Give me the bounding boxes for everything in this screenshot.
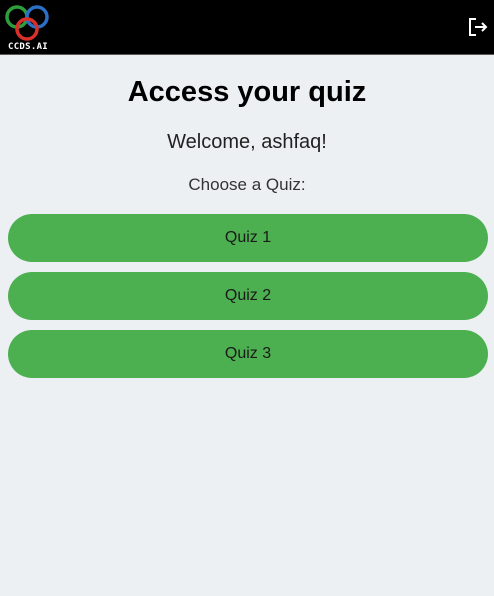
quiz-list: Quiz 1 Quiz 2 Quiz 3 [8,214,488,388]
choose-quiz-label: Choose a Quiz: [188,175,306,194]
ccds-logo[interactable]: CCDS.AI [3,1,51,53]
page-title: Access your quiz [127,76,367,108]
logout-icon [469,18,488,36]
quiz-1-button[interactable]: Quiz 1 [8,214,488,262]
welcome-message: Welcome, ashfaq! [167,131,327,153]
top-bar: CCDS.AI [0,0,494,55]
logout-button[interactable] [468,17,488,37]
quiz-2-button[interactable]: Quiz 2 [8,272,488,320]
logo-knot-icon [5,5,49,41]
quiz-3-button[interactable]: Quiz 3 [8,330,488,378]
logo-text: CCDS.AI [7,42,49,52]
